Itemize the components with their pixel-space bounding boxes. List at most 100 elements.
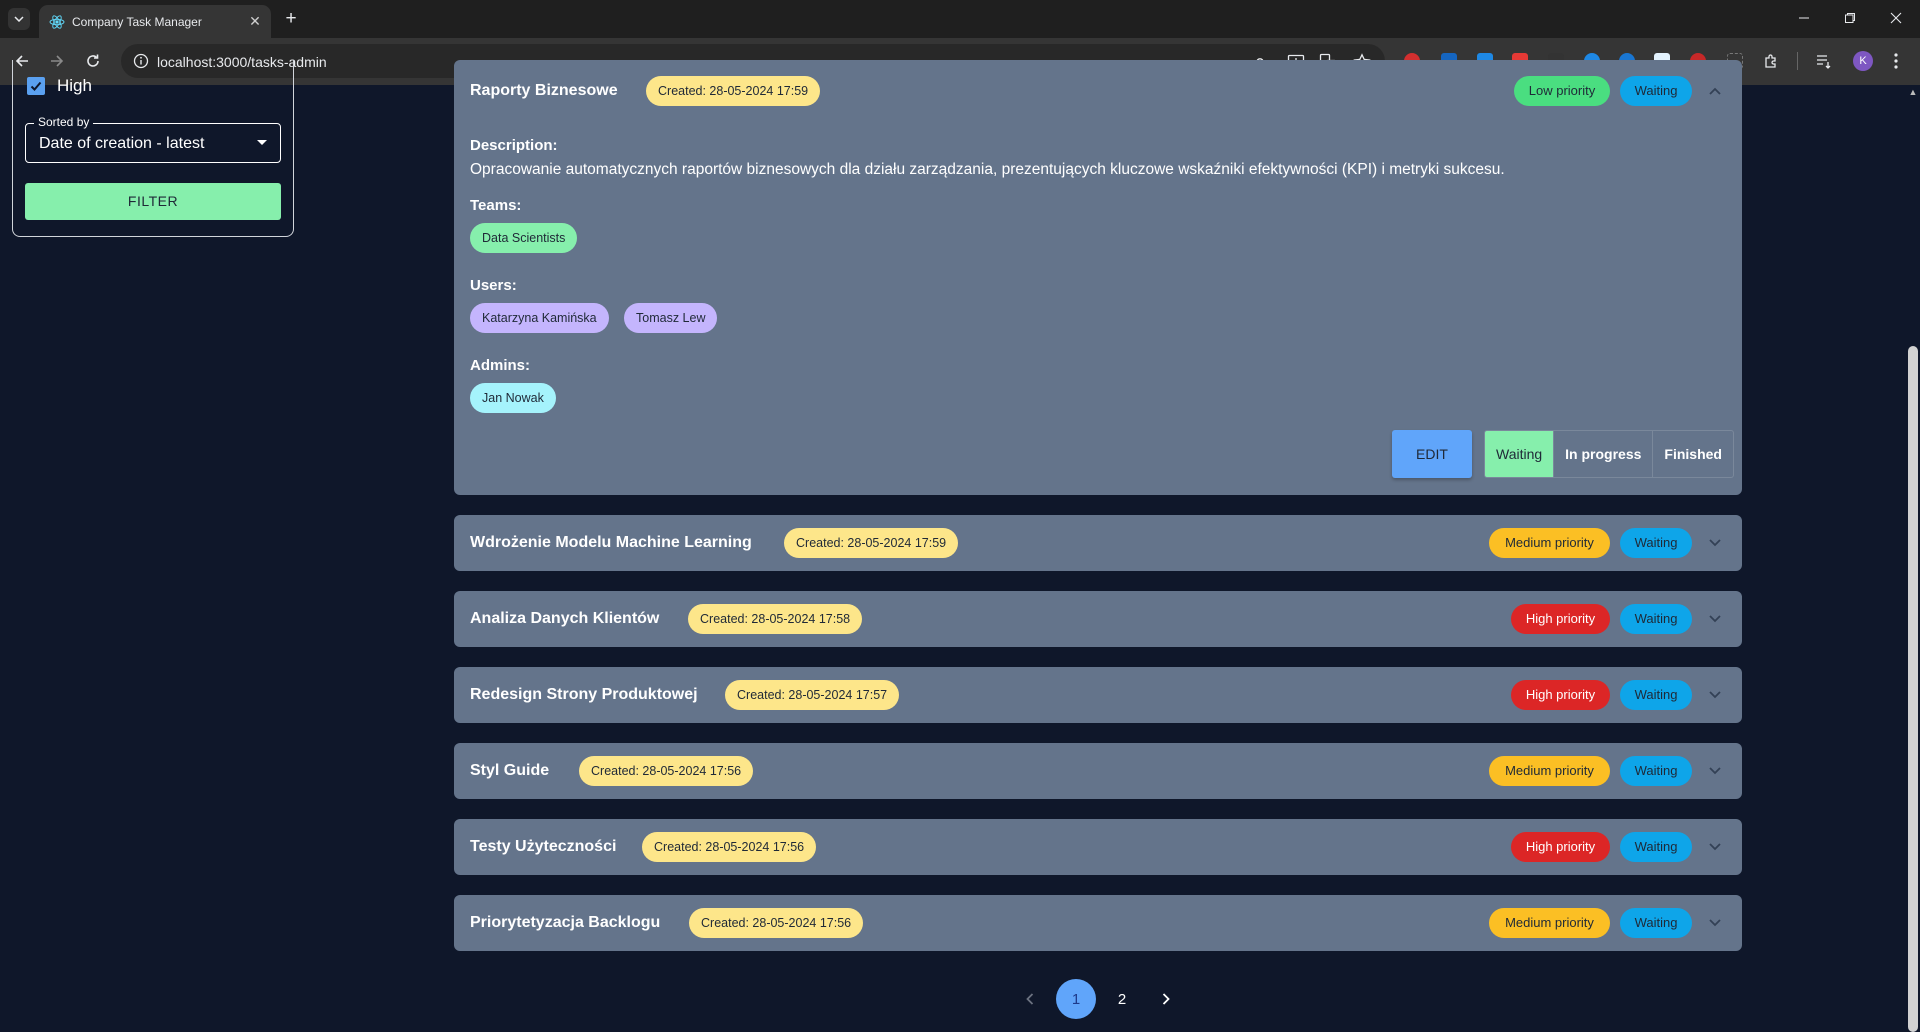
task-title: Styl Guide	[470, 762, 550, 779]
new-tab-button[interactable]: +	[280, 8, 302, 30]
more-menu-icon[interactable]	[1893, 51, 1899, 71]
user-chip: Katarzyna Kamińska	[470, 303, 609, 333]
tab-title: Company Task Manager	[72, 15, 202, 29]
restore-icon	[1845, 13, 1855, 23]
task-card-expanded: Raporty Biznesowe Created: 28-05-2024 17…	[454, 60, 1742, 495]
task-description: Opracowanie automatycznych raportów bizn…	[470, 161, 1505, 178]
task-card[interactable]: Redesign Strony Produktowej Created: 28-…	[454, 667, 1742, 723]
task-title: Testy Użyteczności	[470, 838, 617, 855]
task-title: Raporty Biznesowe	[470, 82, 618, 99]
previous-page-button[interactable]	[1014, 979, 1046, 1019]
description-label: Description:	[470, 137, 558, 154]
sort-select[interactable]: Sorted by Date of creation - latest	[25, 115, 281, 163]
expand-button[interactable]	[1707, 611, 1723, 627]
priority-badge: Low priority	[1514, 76, 1610, 106]
user-chip: Tomasz Lew	[624, 303, 718, 333]
react-logo-icon	[49, 15, 65, 29]
priority-badge: Medium priority	[1489, 528, 1610, 558]
expand-button[interactable]	[1707, 687, 1723, 703]
expand-button[interactable]	[1707, 915, 1723, 931]
users-label: Users:	[470, 277, 517, 294]
task-card[interactable]: Priorytetyzacja Backlogu Created: 28-05-…	[454, 895, 1742, 951]
chevron-down-icon	[1709, 691, 1721, 699]
status-toggle-group: Waiting In progress Finished	[1484, 430, 1734, 478]
chevron-down-icon	[1709, 843, 1721, 851]
task-title: Priorytetyzacja Backlogu	[470, 914, 661, 931]
task-title: Analiza Danych Klientów	[470, 610, 660, 627]
status-badge: Waiting	[1620, 832, 1692, 862]
priority-high-option[interactable]: High	[27, 76, 92, 96]
task-title: Wdrożenie Modelu Machine Learning	[470, 534, 752, 551]
filter-button[interactable]: FILTER	[25, 183, 281, 220]
admins-label: Admins:	[470, 357, 530, 374]
minimize-icon	[1799, 17, 1809, 19]
task-card[interactable]: Testy Użyteczności Created: 28-05-2024 1…	[454, 819, 1742, 875]
teams-label: Teams:	[470, 197, 522, 214]
scrollbar-thumb[interactable]	[1908, 346, 1918, 1032]
priority-high-label: High	[57, 76, 92, 95]
chevron-right-icon	[1162, 993, 1170, 1005]
task-card[interactable]: Wdrożenie Modelu Machine Learning Create…	[454, 515, 1742, 571]
priority-badge: Medium priority	[1489, 756, 1610, 786]
status-badge: Waiting	[1620, 604, 1692, 634]
next-page-button[interactable]	[1150, 979, 1182, 1019]
chevron-down-icon	[1709, 919, 1721, 927]
tab-search-button[interactable]	[8, 8, 30, 30]
created-date-badge: Created: 28-05-2024 17:56	[689, 908, 864, 938]
toolbar-divider	[1797, 52, 1798, 70]
priority-badge: High priority	[1511, 832, 1610, 862]
reading-list-icon[interactable]	[1816, 53, 1832, 69]
sort-select-value: Date of creation - latest	[39, 135, 205, 152]
status-in-progress-button[interactable]: In progress	[1554, 431, 1654, 477]
minimize-window-button[interactable]	[1792, 6, 1816, 30]
status-badge: Waiting	[1620, 756, 1692, 786]
extensions-puzzle-icon[interactable]	[1763, 53, 1779, 69]
status-finished-button[interactable]: Finished	[1653, 431, 1733, 477]
edit-button[interactable]: EDIT	[1392, 430, 1472, 478]
expand-button[interactable]	[1707, 535, 1723, 551]
priority-badge: High priority	[1511, 680, 1610, 710]
page-1-button[interactable]: 1	[1056, 979, 1096, 1019]
status-badge: Waiting	[1620, 76, 1692, 106]
chevron-left-icon	[1026, 993, 1034, 1005]
page-2-button[interactable]: 2	[1102, 979, 1142, 1019]
sort-select-label: Sorted by	[34, 115, 94, 129]
created-date-badge: Created: 28-05-2024 17:56	[579, 756, 754, 786]
chevron-down-icon	[1709, 767, 1721, 775]
scroll-up-arrow-icon[interactable]: ▲	[1906, 87, 1920, 97]
created-date-badge: Created: 28-05-2024 17:58	[688, 604, 863, 634]
dropdown-arrow-icon	[257, 140, 267, 145]
created-date-badge: Created: 28-05-2024 17:56	[642, 832, 817, 862]
filter-panel: High Sorted by Date of creation - latest…	[12, 60, 294, 237]
browser-tab-bar: Company Task Manager ✕ +	[0, 0, 1920, 38]
checkmark-icon	[30, 81, 42, 91]
admin-chip: Jan Nowak	[470, 383, 556, 413]
status-waiting-button[interactable]: Waiting	[1485, 431, 1555, 477]
tab-close-icon[interactable]: ✕	[247, 13, 263, 29]
chevron-down-icon	[1709, 615, 1721, 623]
status-badge: Waiting	[1620, 680, 1692, 710]
expand-button[interactable]	[1707, 839, 1723, 855]
status-badge: Waiting	[1620, 528, 1692, 558]
chevron-down-icon	[14, 16, 24, 22]
priority-badge: Medium priority	[1489, 908, 1610, 938]
collapse-button[interactable]	[1707, 83, 1723, 99]
priority-badge: High priority	[1511, 604, 1610, 634]
task-card[interactable]: Analiza Danych Klientów Created: 28-05-2…	[454, 591, 1742, 647]
restore-window-button[interactable]	[1838, 6, 1862, 30]
profile-avatar[interactable]: K	[1853, 51, 1873, 71]
chevron-up-icon	[1709, 87, 1721, 95]
browser-tab[interactable]: Company Task Manager ✕	[39, 5, 271, 38]
status-badge: Waiting	[1620, 908, 1692, 938]
expand-button[interactable]	[1707, 763, 1723, 779]
created-date-badge: Created: 28-05-2024 17:57	[725, 680, 900, 710]
task-card[interactable]: Styl Guide Created: 28-05-2024 17:56 Med…	[454, 743, 1742, 799]
close-window-button[interactable]	[1884, 6, 1908, 30]
created-date-badge: Created: 28-05-2024 17:59	[646, 76, 821, 106]
close-icon	[1890, 12, 1902, 24]
task-title: Redesign Strony Produktowej	[470, 686, 698, 703]
priority-high-checkbox[interactable]	[27, 77, 45, 95]
created-date-badge: Created: 28-05-2024 17:59	[784, 528, 959, 558]
chevron-down-icon	[1709, 539, 1721, 547]
team-chip: Data Scientists	[470, 223, 578, 253]
